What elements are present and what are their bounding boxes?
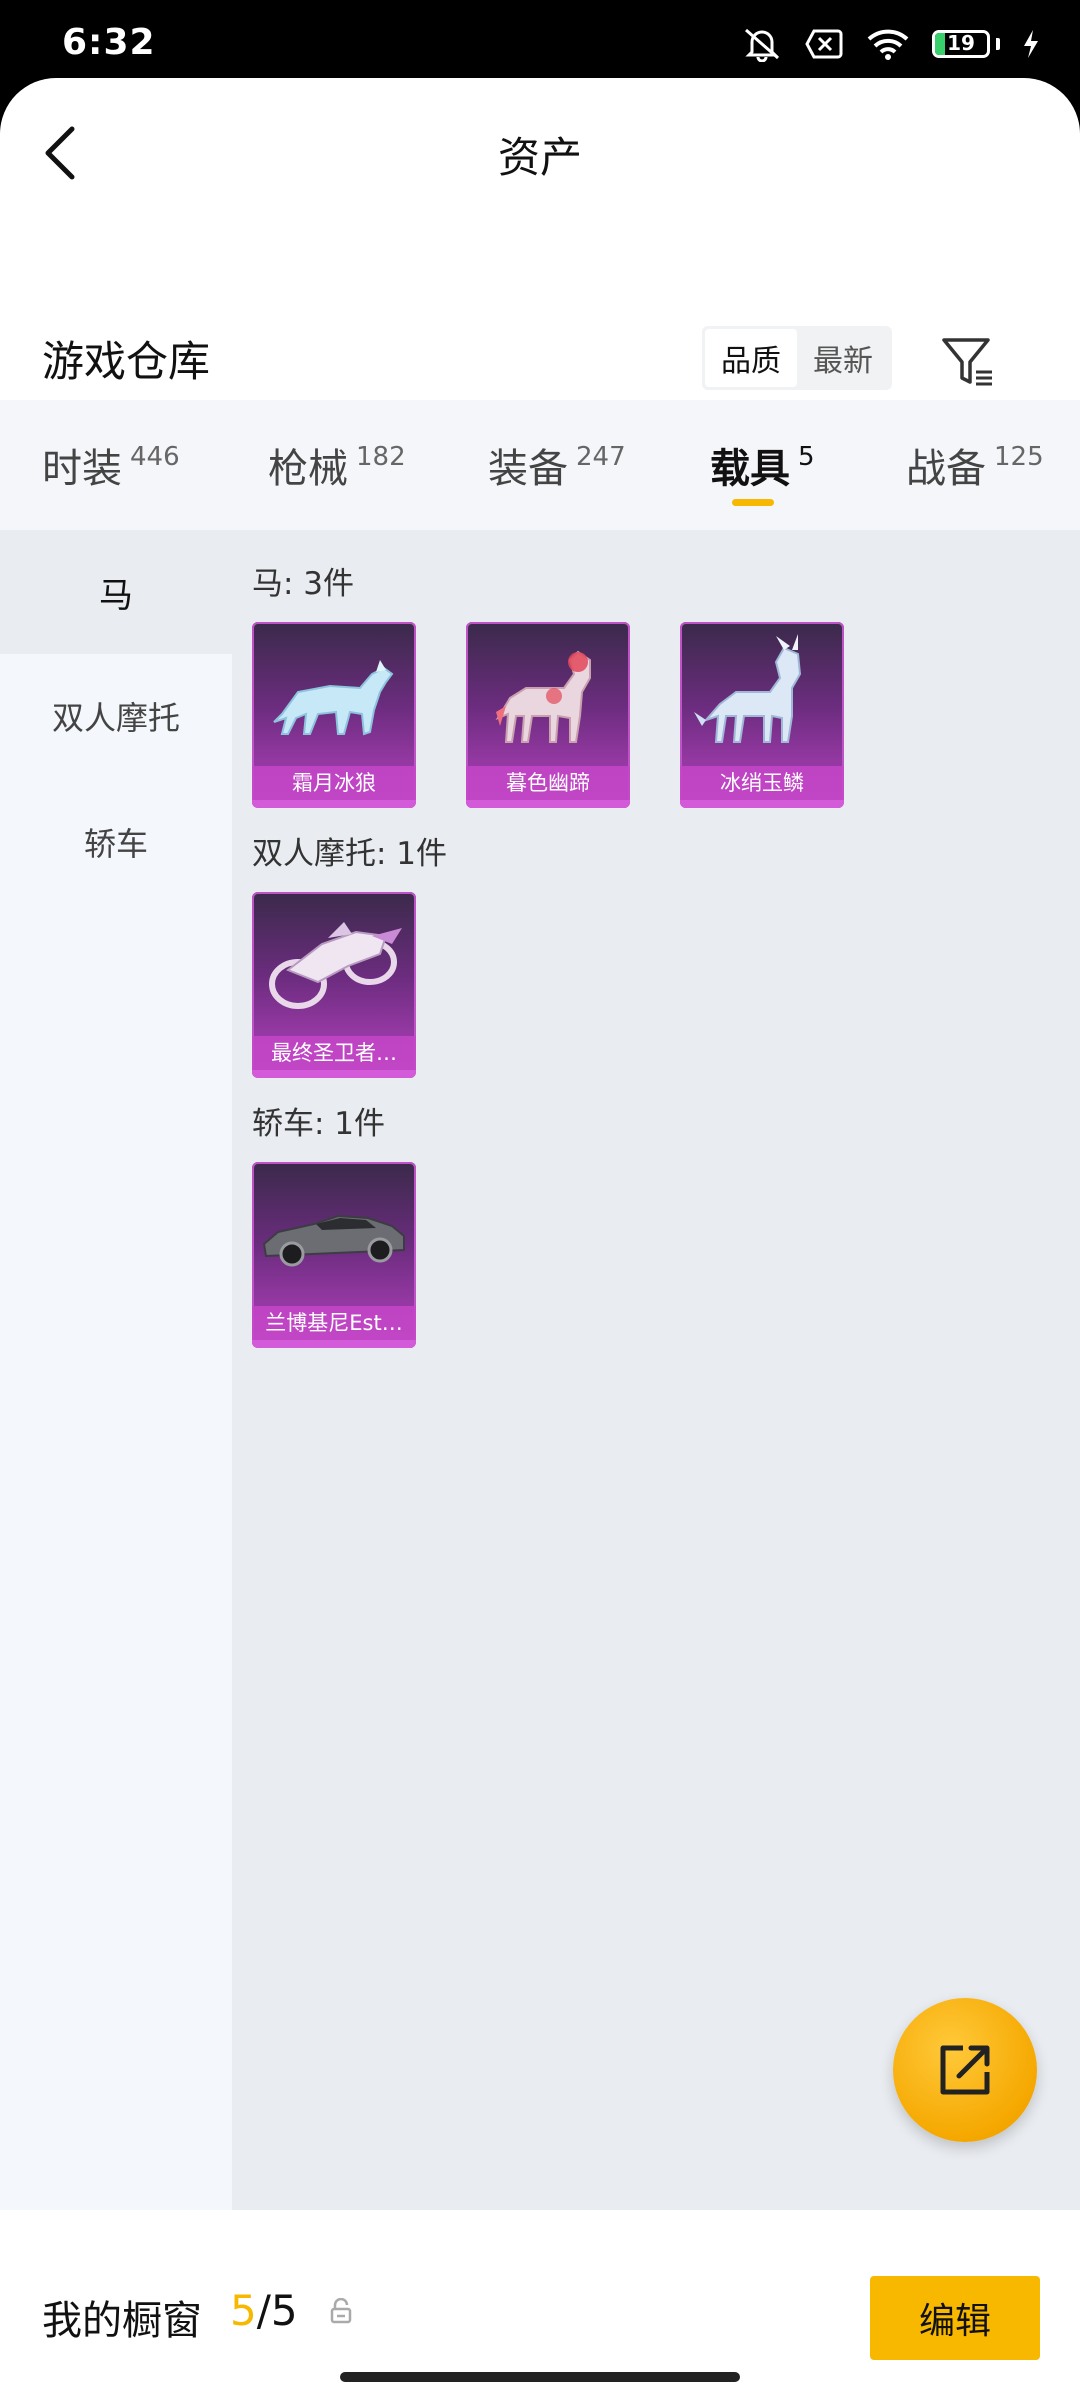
status-time: 6:32	[62, 22, 156, 63]
item-name: 最终圣卫者…	[252, 1036, 416, 1070]
tab-battle-prep[interactable]: 战备 125	[906, 400, 1044, 530]
sort-newest-button[interactable]: 最新	[797, 329, 889, 387]
motorcycle-image	[269, 922, 402, 1009]
warehouse-title: 游戏仓库	[42, 337, 211, 386]
tab-count: 446	[130, 442, 180, 472]
item-card-edge	[252, 800, 416, 808]
tab-count: 5	[798, 442, 815, 472]
no-sim-icon	[804, 28, 844, 60]
battery-icon: 19	[932, 30, 1000, 58]
lock-icon	[330, 2298, 352, 2324]
edit-button[interactable]: 编辑	[870, 2276, 1040, 2360]
category-tabs: 时装 446 枪械 182 装备 247 载具 5 战备 125	[0, 400, 1080, 530]
item-name: 暮色幽蹄	[466, 766, 630, 800]
showcase-bar: 我的橱窗 5/5 编辑	[0, 2210, 1080, 2392]
sidebar-item-horse[interactable]: 马	[0, 530, 232, 654]
page-title: 资产	[497, 133, 582, 182]
tab-count: 125	[994, 442, 1044, 472]
header: 资产	[0, 78, 1080, 228]
tab-label: 载具	[710, 446, 790, 492]
tab-label: 时装	[42, 446, 122, 492]
horse-image	[495, 650, 591, 743]
battery-cap	[996, 38, 1000, 50]
tab-equipment[interactable]: 装备 247	[488, 400, 626, 530]
qilin-image	[694, 634, 802, 743]
item-card[interactable]: 兰博基尼Est…	[252, 1162, 416, 1348]
status-icons: 19	[742, 24, 1040, 64]
item-name: 霜月冰狼	[252, 766, 416, 800]
sidebar-item-motorcycle[interactable]: 双人摩托	[0, 654, 232, 778]
item-name: 冰绡玉鳞	[680, 766, 844, 800]
share-external-button[interactable]	[893, 1998, 1037, 2142]
showcase-count: 5/5	[230, 2286, 298, 2335]
item-card[interactable]: 冰绡玉鳞	[680, 622, 844, 808]
battery-body: 19	[932, 30, 990, 58]
charging-icon	[1022, 29, 1040, 59]
vehicle-type-sidebar: 马 双人摩托 轿车	[0, 530, 232, 2218]
item-name: 兰博基尼Est…	[252, 1306, 416, 1340]
status-bar: 6:32 19	[0, 0, 1080, 80]
showcase-label: 我的橱窗	[42, 2298, 202, 2344]
tab-firearms[interactable]: 枪械 182	[268, 400, 406, 530]
showcase-current: 5	[230, 2286, 257, 2335]
wifi-icon	[866, 27, 910, 61]
tab-label: 枪械	[268, 446, 348, 492]
item-card-edge	[252, 1070, 416, 1078]
showcase-total: 5	[270, 2286, 298, 2335]
sports-car-image	[262, 1214, 405, 1267]
filter-icon	[942, 338, 992, 386]
active-tab-indicator	[732, 499, 775, 506]
tab-vehicles[interactable]: 载具 5	[710, 400, 815, 530]
item-card[interactable]: 暮色幽蹄	[466, 622, 630, 808]
tab-fashion[interactable]: 时装 446	[42, 400, 180, 530]
share-external-icon	[940, 2045, 990, 2095]
sidebar-item-sedan[interactable]: 轿车	[0, 780, 232, 904]
app-screen: 资产 游戏仓库 品质 最新 时装 446 枪械 182 装备 247 载具 5 …	[0, 78, 1080, 2400]
sort-toggle: 品质 最新	[702, 326, 892, 390]
item-card-edge	[466, 800, 630, 808]
mute-vibrate-icon	[742, 26, 782, 62]
item-card-edge	[252, 1340, 416, 1348]
sort-quality-button[interactable]: 品质	[705, 329, 797, 387]
group-label-horse: 马: 3件	[252, 566, 355, 602]
item-card[interactable]: 最终圣卫者…	[252, 892, 416, 1078]
tab-label: 装备	[488, 446, 568, 492]
home-indicator[interactable]	[340, 2372, 740, 2382]
battery-level: 19	[947, 31, 975, 55]
group-label-motorcycle: 双人摩托: 1件	[252, 836, 448, 872]
item-card[interactable]: 霜月冰狼	[252, 622, 416, 808]
ice-wolf-image	[273, 660, 394, 736]
vehicle-grid: 马: 3件 霜月冰狼 暮色幽蹄 冰绡玉鳞 双人摩托: 1件 最终圣卫者… 轿车:…	[232, 530, 1080, 2218]
tab-count: 182	[356, 442, 406, 472]
tab-label: 战备	[906, 446, 986, 492]
group-label-sedan: 轿车: 1件	[252, 1106, 386, 1142]
tab-count: 247	[576, 442, 626, 472]
item-card-edge	[680, 800, 844, 808]
filter-button[interactable]	[940, 334, 996, 390]
showcase-separator: /	[256, 2286, 271, 2335]
